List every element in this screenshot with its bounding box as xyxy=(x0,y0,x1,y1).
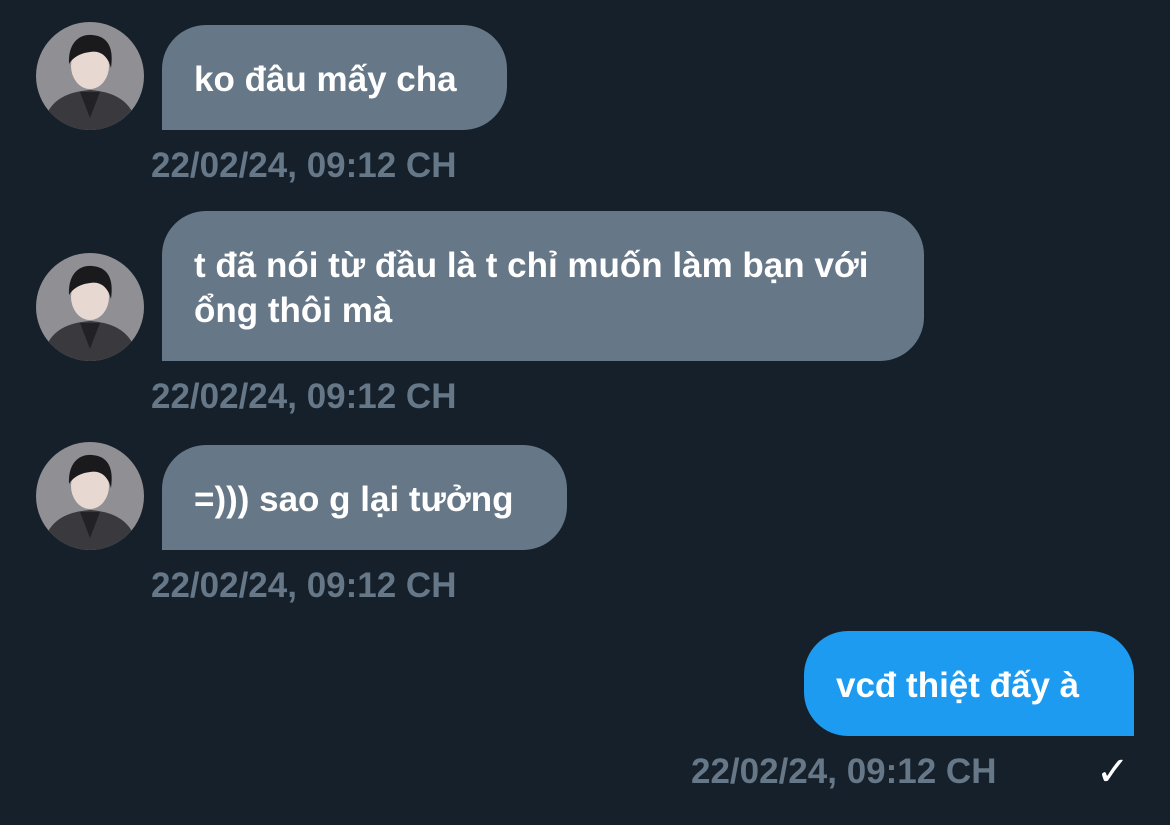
avatar[interactable] xyxy=(36,253,144,361)
message-text: =))) sao g lại tưởng xyxy=(194,480,514,519)
message-timestamp: 22/02/24, 09:12 CH xyxy=(151,146,457,185)
avatar[interactable] xyxy=(36,22,144,130)
message-bubble[interactable]: t đã nói từ đầu là t chỉ muốn làm bạn vớ… xyxy=(162,211,924,361)
message-text: ko đâu mấy cha xyxy=(194,60,457,99)
message-timestamp: 22/02/24, 09:12 CH xyxy=(151,377,457,416)
message-timestamp: 22/02/24, 09:12 CH xyxy=(691,752,997,791)
message-timestamp: 22/02/24, 09:12 CH xyxy=(151,566,457,605)
message-bubble[interactable]: =))) sao g lại tưởng xyxy=(162,445,567,550)
message-text: t đã nói từ đầu là t chỉ muốn làm bạn vớ… xyxy=(194,246,869,330)
message-text: vcđ thiệt đấy à xyxy=(836,666,1080,705)
checkmark-icon: ✓ xyxy=(1096,749,1130,795)
message-bubble[interactable]: ko đâu mấy cha xyxy=(162,25,507,130)
avatar[interactable] xyxy=(36,442,144,550)
message-bubble[interactable]: vcđ thiệt đấy à xyxy=(804,631,1134,736)
